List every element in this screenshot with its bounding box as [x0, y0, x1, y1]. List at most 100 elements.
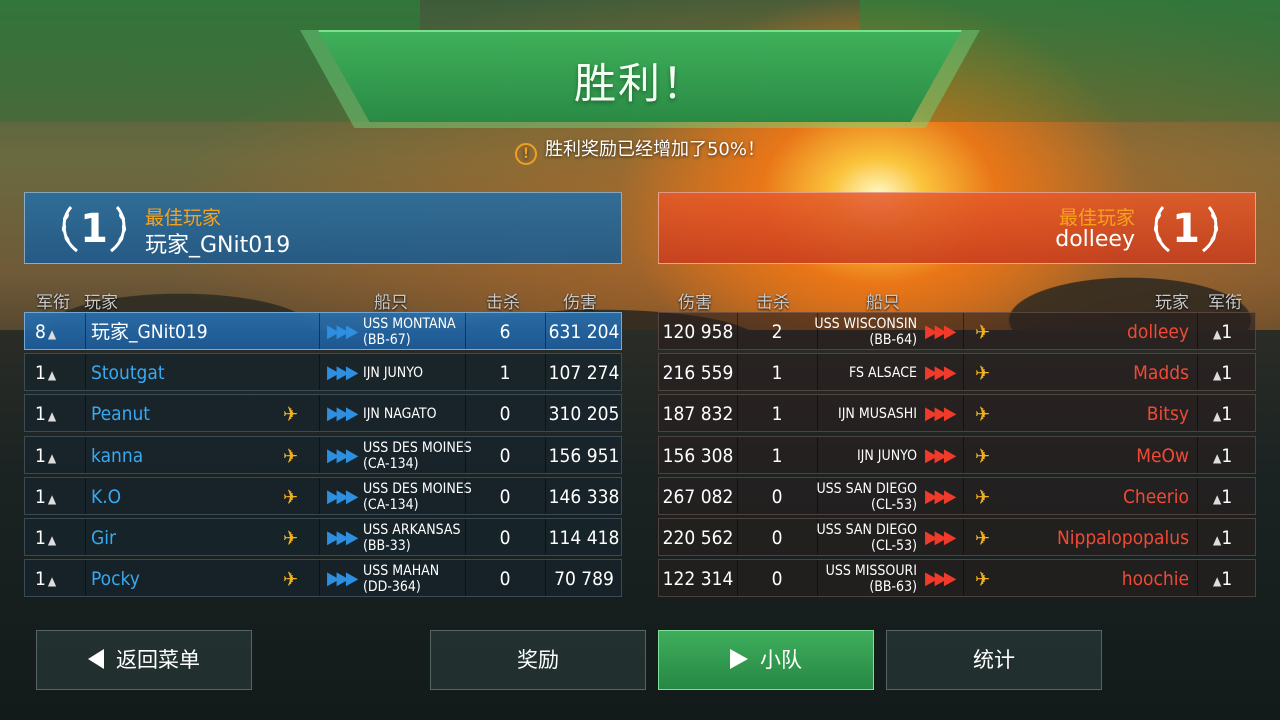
player-name[interactable]: Stoutgat — [91, 354, 165, 392]
ship-class-icon: ▶▶▶ — [925, 444, 956, 466]
column-divider — [963, 560, 964, 597]
kills-value: 0 — [771, 526, 783, 549]
damage-value: 216 559 — [662, 362, 734, 385]
player-name[interactable]: hoochie — [1122, 560, 1189, 598]
ship-name-line1: IJN JUNYO — [856, 447, 917, 464]
aircraft-icon: ✈ — [975, 402, 991, 427]
player-name[interactable]: 玩家_GNit019 — [91, 313, 208, 351]
rank-cell: 1 ▲ — [35, 437, 56, 475]
column-divider — [963, 395, 964, 432]
player-name[interactable]: Nippalopopalus — [1057, 519, 1189, 557]
table-row[interactable]: 267 082 0 USS SAN DIEGO (CL-53) ▶▶▶ ✈ Cheerio ▲… — [658, 476, 1256, 516]
ship-name: IJN MUSASHI — [838, 395, 917, 433]
ship-name: USS WISCONSIN (BB-64) — [814, 313, 917, 351]
back-arrow-icon — [88, 649, 104, 669]
table-row[interactable]: 120 958 2 USS WISCONSIN (BB-64) ▶▶▶ ✈ dolleey ▲… — [658, 312, 1256, 350]
table-row[interactable]: 1 ▲ Pocky ✈ ▶▶▶ USS MAHAN (DD-364) 0 70 789 — [24, 559, 622, 598]
header-player-left: 玩家 — [84, 293, 118, 313]
rank-number: 1 — [35, 526, 46, 549]
ship-name-line1: FS ALSACE — [848, 365, 917, 382]
header-rank-left: 军衔 — [36, 293, 70, 313]
rank-cell: 8 ▲ — [35, 313, 56, 351]
table-row[interactable]: 187 832 1 IJN MUSASHI ▶▶▶ ✈ Bitsy ▲1 — [658, 394, 1256, 433]
table-row[interactable]: 122 314 0 USS MISSOURI (BB-63) ▶▶▶ ✈ hoochie ▲1 — [658, 559, 1256, 598]
damage-value: 267 082 — [662, 485, 734, 508]
ship-name: USS DES MOINES (CA-134) — [363, 437, 472, 475]
table-row[interactable]: 1 ▲ kanna ✈ ▶▶▶ USS DES MOINES (CA-134) 0 156 95… — [24, 435, 622, 475]
blue-mvp-name: 玩家_GNit019 — [145, 233, 291, 258]
damage-value: 156 951 — [548, 444, 620, 467]
blue-mvp-label: 最佳玩家 — [145, 207, 222, 229]
table-row[interactable]: 216 559 1 FS ALSACE ▶▶▶ ✈ Madds ▲1 — [658, 353, 1256, 392]
damage-value: 310 205 — [548, 403, 620, 426]
player-name[interactable]: Cheerio — [1123, 478, 1189, 516]
ship-name-line1: USS DES MOINES — [363, 480, 472, 497]
squad-button[interactable]: 小队 — [658, 630, 874, 690]
column-divider — [963, 313, 964, 349]
ship-name-line1: USS MONTANA — [363, 316, 456, 332]
kills-value: 2 — [771, 321, 783, 343]
ship-name-line1: USS WISCONSIN — [814, 316, 917, 332]
column-divider — [963, 354, 964, 391]
player-name[interactable]: Pocky — [91, 560, 140, 598]
aircraft-icon: ✈ — [975, 484, 991, 509]
column-divider — [817, 560, 818, 597]
player-name[interactable]: dolleey — [1127, 313, 1189, 351]
header-damage-right: 伤害 — [678, 293, 712, 313]
ship-name: IJN JUNYO — [363, 354, 423, 392]
play-icon — [730, 649, 748, 669]
ship-name: USS MISSOURI (BB-63) — [826, 560, 917, 598]
column-divider — [963, 518, 964, 555]
ship-name: IJN JUNYO — [857, 437, 917, 475]
table-row[interactable]: 220 562 0 USS SAN DIEGO (CL-53) ▶▶▶ ✈ Nippalop… — [658, 517, 1256, 557]
rank-number: 1 — [1221, 568, 1233, 591]
rank-number: 1 — [1221, 403, 1233, 426]
table-row[interactable]: 1 ▲ Peanut ✈ ▶▶▶ IJN NAGATO 0 310 205 — [24, 394, 622, 433]
column-divider — [1197, 518, 1198, 555]
rewards-button[interactable]: 奖励 — [430, 630, 646, 690]
player-name[interactable]: Peanut — [91, 395, 150, 433]
rank-chevron-icon: ▲ — [47, 409, 57, 424]
player-name[interactable]: K.O — [91, 478, 121, 516]
player-name[interactable]: kanna — [91, 437, 143, 475]
rewards-label: 奖励 — [517, 648, 559, 672]
rank-number: 1 — [1221, 526, 1233, 549]
table-row[interactable]: 156 308 1 IJN JUNYO ▶▶▶ ✈ MeOw ▲1 — [658, 435, 1256, 475]
aircraft-icon: ✈ — [283, 484, 299, 509]
rank-cell: ▲1 — [1211, 560, 1232, 598]
header-ship-right: 船只 — [866, 293, 900, 313]
damage-value: 107 274 — [548, 362, 620, 385]
ship-name-line1: USS MAHAN — [363, 563, 440, 580]
player-name[interactable]: Gir — [91, 519, 116, 557]
squad-label: 小队 — [760, 648, 802, 672]
rank-chevron-icon: ▲ — [47, 532, 57, 547]
ship-class-icon: ▶▶▶ — [327, 444, 358, 466]
ship-class-icon: ▶▶▶ — [925, 526, 956, 548]
ship-name-line1: USS DES MOINES — [363, 439, 472, 456]
table-row[interactable]: 1 ▲ Stoutgat ▶▶▶ IJN JUNYO 1 107 274 — [24, 353, 622, 392]
table-row[interactable]: 1 ▲ K.O ✈ ▶▶▶ USS DES MOINES (CA-134) 0 146 338 — [24, 476, 622, 516]
table-row[interactable]: 1 ▲ Gir ✈ ▶▶▶ USS ARKANSAS (BB-33) 0 114 418 — [24, 517, 622, 557]
table-row[interactable]: 8 ▲ 玩家_GNit019 ▶▶▶ USS MONTANA (BB-67) 6 631 20… — [24, 312, 622, 350]
aircraft-icon: ✈ — [283, 525, 299, 550]
column-divider — [1197, 477, 1198, 514]
laurel-icon: 1 — [57, 201, 131, 257]
header-player-right: 玩家 — [1155, 293, 1189, 313]
column-divider — [85, 560, 86, 597]
player-name[interactable]: Madds — [1133, 354, 1189, 392]
ship-name: USS ARKANSAS (BB-33) — [363, 519, 461, 557]
ship-class-icon: ▶▶▶ — [327, 485, 358, 507]
kills-value: 1 — [771, 362, 783, 385]
player-name[interactable]: Bitsy — [1147, 395, 1189, 433]
ship-class-icon: ▶▶▶ — [327, 403, 358, 425]
ship-class-icon: ▶▶▶ — [925, 485, 956, 507]
player-name[interactable]: MeOw — [1136, 437, 1189, 475]
ship-class-icon: ▶▶▶ — [327, 321, 358, 342]
back-to-menu-button[interactable]: 返回菜单 — [36, 630, 252, 690]
rank-number: 1 — [1221, 485, 1233, 508]
ship-name-line1: IJN MUSASHI — [838, 406, 917, 423]
rank-chevron-icon: ▲ — [47, 327, 57, 341]
stats-button[interactable]: 统计 — [886, 630, 1102, 690]
back-to-menu-label: 返回菜单 — [116, 648, 200, 672]
header-rank-right: 军衔 — [1208, 293, 1242, 313]
